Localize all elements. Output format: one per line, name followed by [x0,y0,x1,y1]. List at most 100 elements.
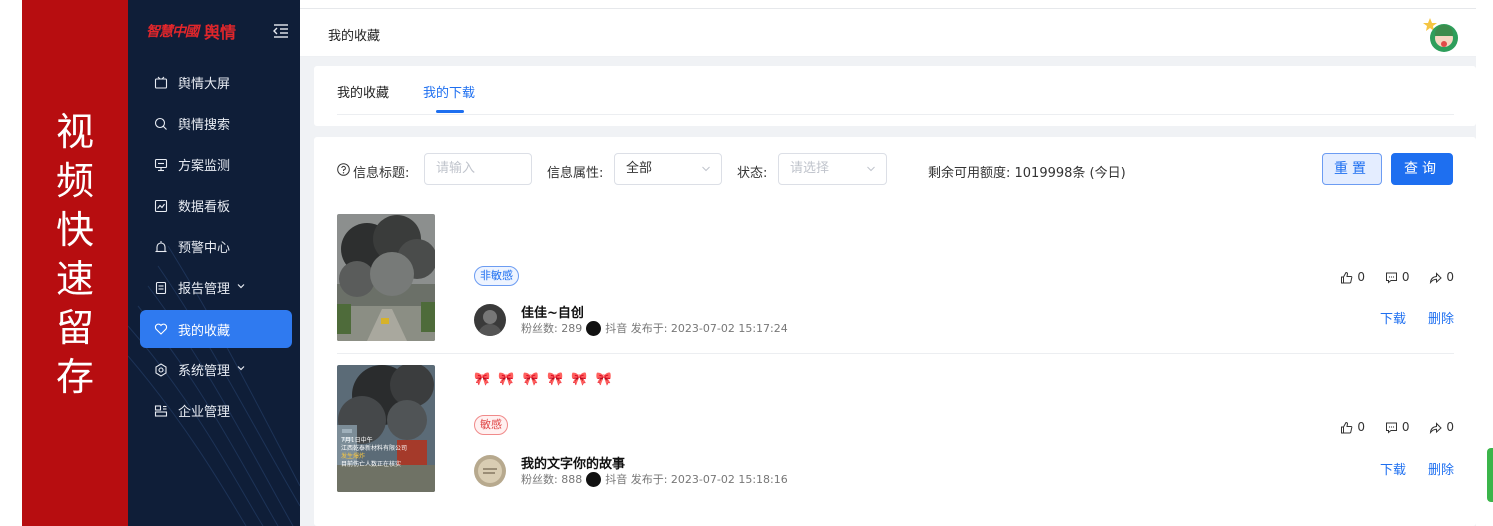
chevron-down-icon[interactable] [236,363,246,373]
share-icon [1430,421,1443,434]
title-filter-label: 信息标题: [353,166,410,181]
explosion-scene-image [337,365,435,492]
quota-text: 剩余可用额度: 1019998条 (今日) [928,166,1126,181]
help-icon [337,163,350,176]
alert-icon [155,240,167,252]
comment-count: 0 [1401,420,1410,434]
attr-select[interactable]: 全部 [614,153,722,185]
sidebar-item-dashboard[interactable]: 数据看板 [128,185,300,226]
like-count: 0 [1357,420,1366,434]
sidebar-item-system[interactable]: 系统管理 [128,349,300,390]
video-thumbnail[interactable]: 7月1日中午 江西乾泰新材料有限公司 发生爆炸 目前伤亡人数正在核实 [337,365,435,492]
search-icon [154,117,167,130]
engagement-stats: 0 0 0 [1324,420,1454,437]
promo-banner: 视 频 快 速 留 存 [22,0,128,526]
banner-char: 快 [55,208,94,252]
author-name[interactable]: 我的文字你的故事 [521,453,625,472]
logo-title: 舆情 [204,23,237,42]
monitor-icon [154,158,168,171]
sidebar-item-monitor[interactable]: 方案监测 [128,144,300,185]
comment-stat: 0 [1385,420,1410,434]
author-avatar[interactable] [474,455,506,487]
status-select[interactable]: 请选择 [778,153,887,185]
banner-vertical-text: 视 频 快 速 留 存 [22,108,128,402]
douyin-icon [586,320,602,336]
platform-time: 抖音 发布于: 2023-07-02 15:17:24 [605,322,788,335]
post-text: 🎀 🎀 🎀 🎀 🎀 🎀 [474,372,614,387]
banner-char: 速 [55,257,94,301]
engagement-stats: 0 0 0 [1324,270,1454,287]
download-link[interactable]: 下载 [1380,463,1406,478]
chevron-down-icon[interactable] [236,281,246,291]
active-tab-indicator [436,110,464,113]
fans-count: 粉丝数: 289 [521,322,583,335]
tab-favorites[interactable]: 我的收藏 [337,82,389,101]
author-meta: 粉丝数: 289 抖音 发布于: 2023-07-02 15:17:24 [521,320,788,337]
sensitivity-tag: 非敏感 [474,266,519,286]
top-bar: 我的收藏 [300,8,1476,57]
sensitivity-tag: 敏感 [474,415,508,435]
sidebar-item-alert[interactable]: 预警中心 [128,226,300,267]
tab-bar: 我的收藏 我的下载 [337,66,1454,115]
item-actions: 下载 删除 [1358,459,1454,478]
chevron-down-icon [702,166,710,172]
douyin-icon [586,471,602,487]
banner-char: 存 [55,355,94,399]
dashboard-icon [154,199,168,212]
like-stat: 0 [1340,270,1365,284]
download-link[interactable]: 下载 [1380,312,1406,327]
comment-icon [1385,422,1397,434]
side-float-tab[interactable] [1487,448,1493,502]
search-button[interactable]: 查询 [1391,153,1453,185]
delete-link[interactable]: 删除 [1428,463,1454,478]
caption-line: 江西乾泰新材料有限公司 [341,445,408,452]
thumbs-up-icon [1341,271,1353,283]
list-item: 非敏感 佳佳~自创 粉丝数: 289 抖音 发布于: 2023-07-02 15:… [337,214,1454,354]
user-avatar[interactable] [1420,16,1460,54]
report-icon [155,281,167,294]
share-count: 0 [1446,420,1454,434]
fans-count: 粉丝数: 888 [521,473,583,486]
avatar-icon [1423,18,1458,52]
banner-char: 频 [55,159,94,203]
attr-filter-label: 信息属性: [547,166,604,181]
status-filter-label: 状态: [737,166,768,181]
share-count: 0 [1446,270,1454,284]
menu-fold-icon[interactable] [272,23,290,39]
like-stat: 0 [1340,420,1365,434]
sidebar-item-label: 我的收藏 [178,323,231,339]
author-avatar[interactable] [474,304,506,336]
heart-icon [154,323,168,335]
sidebar: 智慧中國 舆情 舆情大屏 舆情搜索 方案监测 数据看板 预警中心 报告管理 我的… [128,0,300,526]
status-select-placeholder: 请选择 [790,161,830,176]
thumbnail-caption: 7月1日中午 江西乾泰新材料有限公司 发生爆炸 目前伤亡人数正在核实 [341,437,435,469]
tab-downloads[interactable]: 我的下载 [423,82,475,101]
video-thumbnail[interactable] [337,214,435,341]
list-item: 7月1日中午 江西乾泰新材料有限公司 发生爆炸 目前伤亡人数正在核实 🎀 🎀 🎀… [337,365,1454,497]
sidebar-item-screen[interactable]: 舆情大屏 [128,62,300,103]
logo-script: 智慧中國 [146,24,199,40]
sidebar-menu: 舆情大屏 舆情搜索 方案监测 数据看板 预警中心 报告管理 我的收藏 系统管理 … [128,62,300,431]
comment-count: 0 [1401,270,1410,284]
logo[interactable]: 智慧中國 舆情 [146,18,290,44]
sidebar-item-label: 舆情大屏 [178,77,231,92]
banner-char: 视 [55,110,94,154]
delete-link[interactable]: 删除 [1428,312,1454,327]
sidebar-item-favorites[interactable]: 我的收藏 [140,310,292,348]
sidebar-item-label: 数据看板 [178,200,231,215]
tabs-card: 我的收藏 我的下载 [314,66,1476,126]
sidebar-item-reports[interactable]: 报告管理 [128,267,300,308]
sidebar-item-org[interactable]: 企业管理 [128,390,300,431]
screen-icon [154,76,168,89]
sidebar-item-search[interactable]: 舆情搜索 [128,103,300,144]
author-name[interactable]: 佳佳~自创 [521,302,584,321]
caption-line: 目前伤亡人数正在核实 [341,461,402,468]
comment-icon [1385,272,1397,284]
title-input[interactable]: 请输入 [424,153,532,185]
reset-button[interactable]: 重置 [1322,153,1382,185]
sidebar-item-label: 报告管理 [178,282,231,297]
comment-stat: 0 [1385,270,1410,284]
platform-time: 抖音 发布于: 2023-07-02 15:18:16 [605,473,788,486]
chevron-down-icon [867,166,875,172]
like-count: 0 [1357,270,1366,284]
